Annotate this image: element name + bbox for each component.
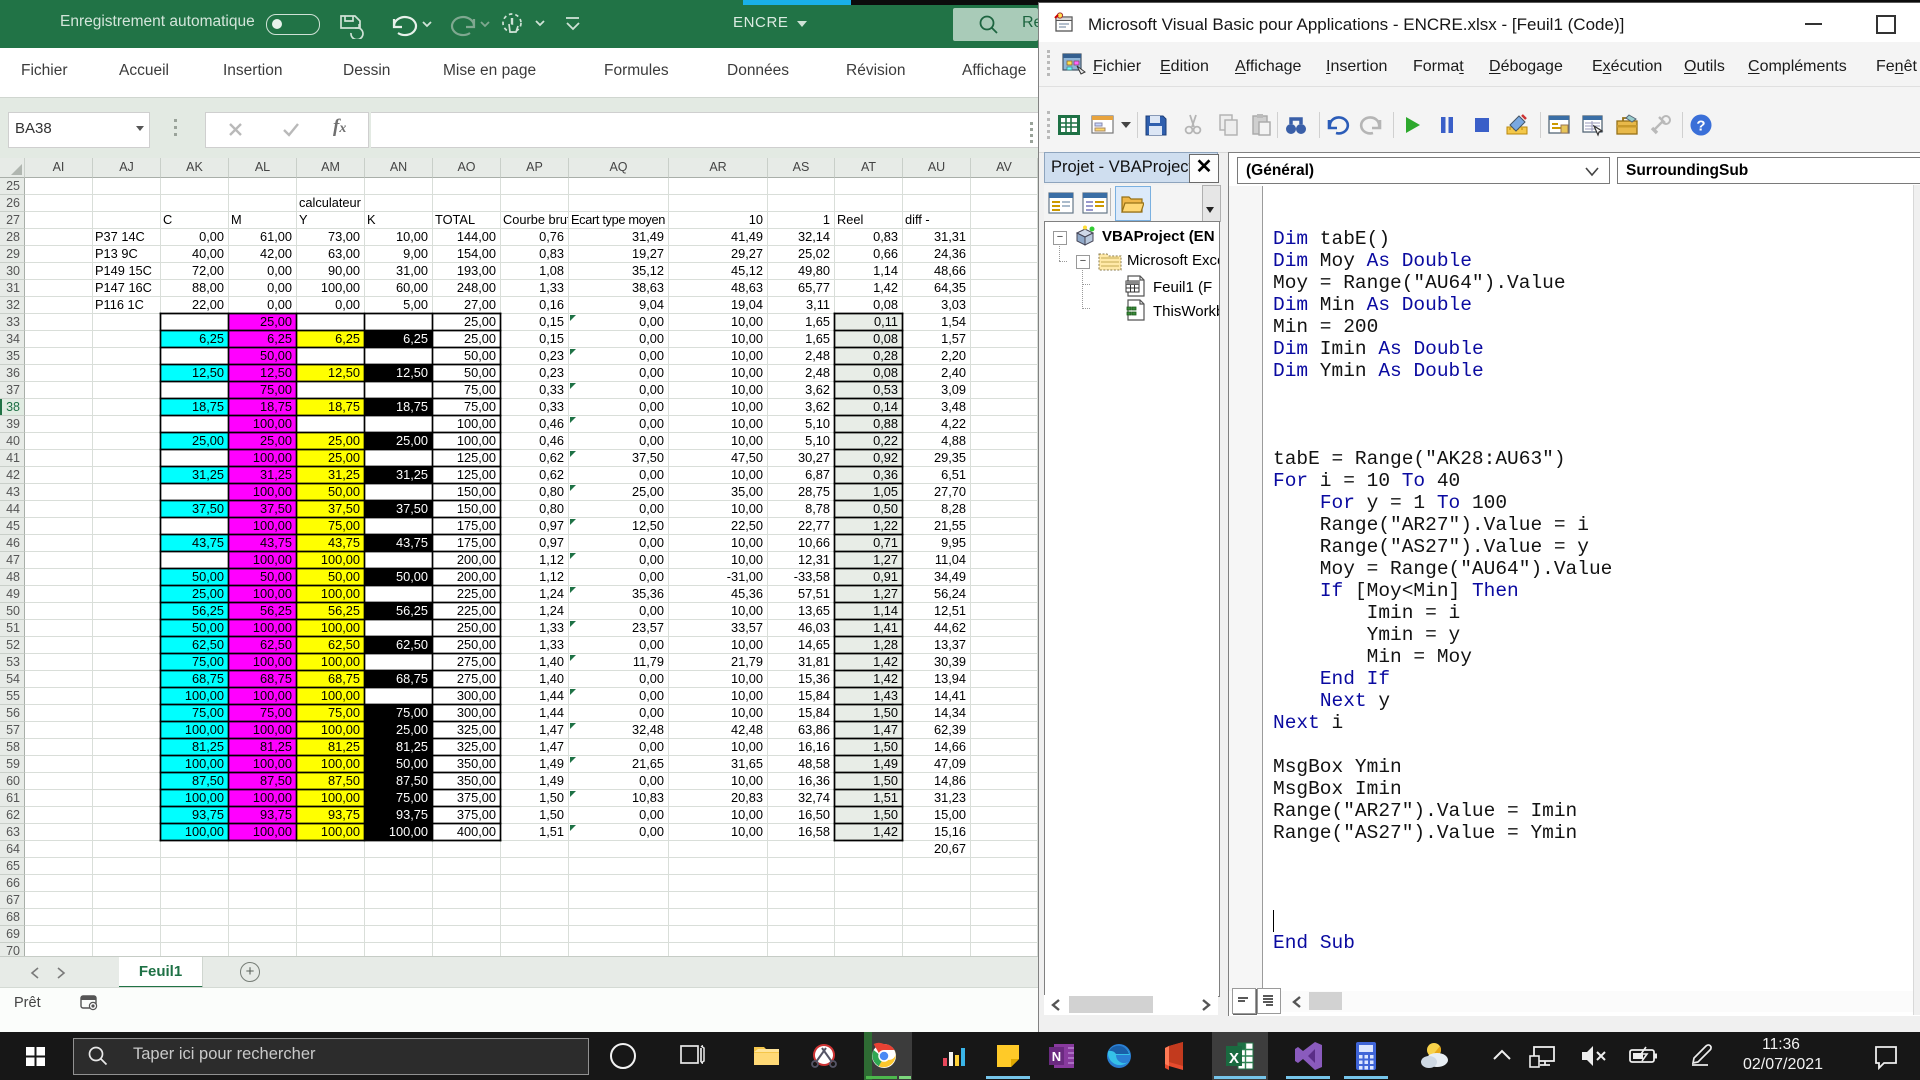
svg-text:X: X [1229,1050,1239,1067]
svg-text:N: N [1052,1049,1061,1064]
svg-text:?: ? [1696,118,1705,135]
